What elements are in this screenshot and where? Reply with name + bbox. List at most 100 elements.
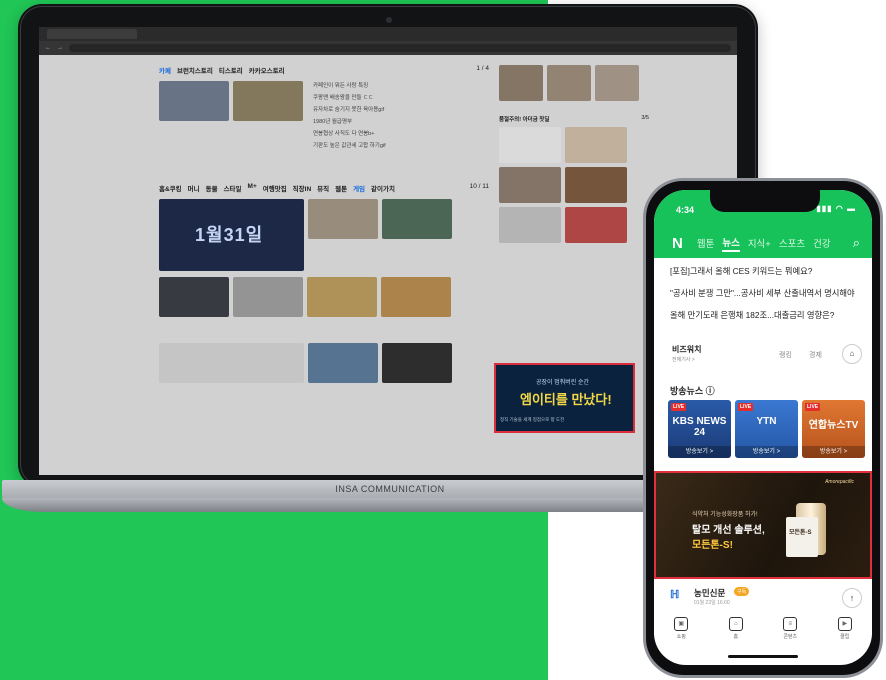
- subscribe-badge[interactable]: 구독: [734, 587, 750, 596]
- headline-item[interactable]: 올해 만기도래 은행채 182조...대출금리 영향은?: [654, 304, 872, 326]
- channel-logo: YTN: [756, 416, 777, 427]
- tab-health[interactable]: 건강: [813, 236, 830, 250]
- tab-news[interactable]: 뉴스: [722, 235, 740, 252]
- channel-logo: 연합뉴스TV: [808, 420, 859, 431]
- ad-text-2: 탈모 개선 솔루션,: [692, 525, 765, 536]
- product-image[interactable]: [595, 65, 639, 101]
- status-time: 4:34: [676, 205, 695, 215]
- tab-sports[interactable]: 스포츠: [779, 236, 805, 250]
- home-indicator[interactable]: [728, 655, 798, 658]
- thumb-image[interactable]: [159, 277, 229, 317]
- list-item[interactable]: 카페인이 뭐든 사랑 특징: [313, 81, 386, 89]
- bottom-tab-bar: ▣ 쇼핑 ⌂ 홈 ≡ 콘텐츠 ▶ 클립: [654, 617, 872, 649]
- web-tab[interactable]: 웹툰: [335, 183, 347, 193]
- thumb-image[interactable]: [308, 199, 378, 239]
- list-item[interactable]: 쿠팡맨 배송왕을 만들 ㄷㄷ: [313, 93, 386, 101]
- thumb-image[interactable]: [233, 277, 303, 317]
- ad-line3: 정직 기술을 세계 정점으로 향 도전: [500, 417, 565, 422]
- watch-button[interactable]: 방송보기 >: [802, 446, 865, 458]
- thumb-image[interactable]: [233, 81, 303, 121]
- product-image[interactable]: [499, 65, 543, 101]
- press-ranking-link[interactable]: 랭킹: [779, 350, 792, 360]
- side-products: [499, 127, 649, 243]
- tab-label: 쇼핑: [676, 634, 686, 640]
- product-image[interactable]: [499, 207, 561, 243]
- web-tab[interactable]: 직장IN: [293, 183, 311, 193]
- web-tab-game[interactable]: 게임: [353, 183, 365, 193]
- broadcast-card-ytn[interactable]: LIVE YTN 방송보기 >: [735, 400, 798, 458]
- web-tab[interactable]: 뮤직: [317, 183, 329, 193]
- web-tab[interactable]: 스타일: [224, 183, 242, 193]
- product-box-label: 모든톤-S: [789, 530, 812, 536]
- thumb-image[interactable]: [159, 81, 229, 121]
- web-tab[interactable]: 홈&쿠킹: [159, 183, 182, 193]
- browser-tab[interactable]: [47, 29, 137, 39]
- product-image[interactable]: [565, 127, 627, 163]
- press-all-link[interactable]: 전체기사 >: [672, 356, 695, 363]
- side-title: 품절주의! 아더금 찻딜: [499, 117, 550, 123]
- home-icon[interactable]: ⌂: [842, 344, 862, 364]
- tab-knowledge[interactable]: 지식+: [748, 236, 771, 250]
- web-tab-tistory[interactable]: 티스토리: [219, 65, 243, 75]
- list-item[interactable]: 유자차로 숨기지 못한 육아용gif: [313, 105, 386, 113]
- publisher-name[interactable]: 농민신문: [694, 587, 725, 599]
- scroll-top-icon[interactable]: ↑: [842, 588, 862, 608]
- product-image[interactable]: [499, 127, 561, 163]
- tab-contents[interactable]: ≡ 콘텐츠: [783, 617, 798, 649]
- broadcast-card-kbs[interactable]: LIVE KBS NEWS 24 방송보기 >: [668, 400, 731, 458]
- web-tab-brunch[interactable]: 브런치스토리: [177, 65, 213, 75]
- game-banner[interactable]: 1월31일: [159, 199, 304, 271]
- product-image[interactable]: [499, 167, 561, 203]
- tab-shopping[interactable]: ▣ 쇼핑: [674, 617, 689, 649]
- forward-icon[interactable]: →: [57, 45, 63, 51]
- list-item[interactable]: 연봉협상 사직도 다 연봉b+: [313, 129, 386, 137]
- search-icon[interactable]: ⌕: [853, 235, 860, 251]
- web-tab[interactable]: 머니: [188, 183, 200, 193]
- product-image[interactable]: [547, 65, 591, 101]
- back-icon[interactable]: ←: [45, 45, 51, 51]
- web-tab[interactable]: M+: [248, 183, 257, 193]
- press-economy-link[interactable]: 경제: [809, 350, 822, 360]
- game-banner-text: 1월31일: [195, 225, 264, 245]
- watch-button[interactable]: 방송보기 >: [668, 446, 731, 458]
- live-badge: LIVE: [671, 403, 687, 411]
- side-counter: 3/5: [641, 115, 649, 121]
- web-tab-cafe[interactable]: 카페: [159, 65, 171, 75]
- broadcast-row: LIVE KBS NEWS 24 방송보기 > LIVE YTN 방송보기 > …: [668, 400, 868, 458]
- naver-logo[interactable]: N: [672, 235, 683, 252]
- web-row3-thumbs: [159, 277, 489, 317]
- web-tab-kakaostory[interactable]: 카카오스토리: [249, 65, 285, 75]
- thumb-image[interactable]: [308, 343, 378, 383]
- thumb-image[interactable]: [382, 343, 452, 383]
- watch-button[interactable]: 방송보기 >: [735, 446, 798, 458]
- web-tab[interactable]: 여행맛집: [263, 183, 287, 193]
- web-tab[interactable]: 동물: [206, 183, 218, 193]
- press-row: 비즈워치 전체기사 > 랭킹 경제 ⌂: [654, 338, 872, 370]
- thumb-image[interactable]: [307, 277, 377, 317]
- broadcast-card-yonhap[interactable]: LIVE 연합뉴스TV 방송보기 >: [802, 400, 865, 458]
- thumb-image[interactable]: [381, 277, 451, 317]
- list-item[interactable]: 기판도 높은 값관세 고합 하기gif: [313, 141, 386, 149]
- laptop-ad-banner[interactable]: 공장이 멈춰버린 순간 엠이티를 만났다! 정직 기술을 세계 정점으로 향 도…: [494, 363, 635, 433]
- phone-ad-banner[interactable]: Amorepacific 식약처 기능성화장품 허가! 탈모 개선 솔루션, 모…: [654, 471, 872, 579]
- web-row4-thumbs: [159, 343, 489, 383]
- web-row1-title: 카페 브런치스토리 티스토리 카카오스토리 1 / 4: [159, 65, 489, 75]
- tab-home[interactable]: ⌂ 홈: [728, 617, 743, 649]
- tab-webtoon[interactable]: 웹툰: [697, 236, 714, 250]
- product-image[interactable]: [565, 167, 627, 203]
- url-input[interactable]: [69, 44, 731, 52]
- press-name[interactable]: 비즈워치: [672, 344, 701, 355]
- tab-clip[interactable]: ▶ 클립: [837, 617, 852, 649]
- product-image[interactable]: [565, 207, 627, 243]
- web-row2-thumbs: 1월31일: [159, 199, 489, 271]
- list-item[interactable]: 1980년 월급명부: [313, 117, 386, 125]
- live-badge: LIVE: [805, 403, 821, 411]
- publisher-date: 01월 23일 16:00: [694, 600, 730, 606]
- web-row2-counter: 10 / 11: [469, 183, 489, 190]
- web-row1-lines: 카페인이 뭐든 사랑 특징 쿠팡맨 배송왕을 만들 ㄷㄷ 유자차로 숨기지 못한…: [313, 81, 386, 149]
- thumb-image[interactable]: [382, 199, 452, 239]
- web-tab[interactable]: 같이가치: [371, 183, 395, 193]
- headline-item[interactable]: "공사비 분쟁 그만"...공사비 세부 산출내역서 명시해야: [654, 282, 872, 304]
- ad-line2: 엠이티를 만났다!: [520, 392, 612, 407]
- headline-item[interactable]: [포집]그래서 올해 CES 키워드는 뭐예요?: [654, 260, 872, 282]
